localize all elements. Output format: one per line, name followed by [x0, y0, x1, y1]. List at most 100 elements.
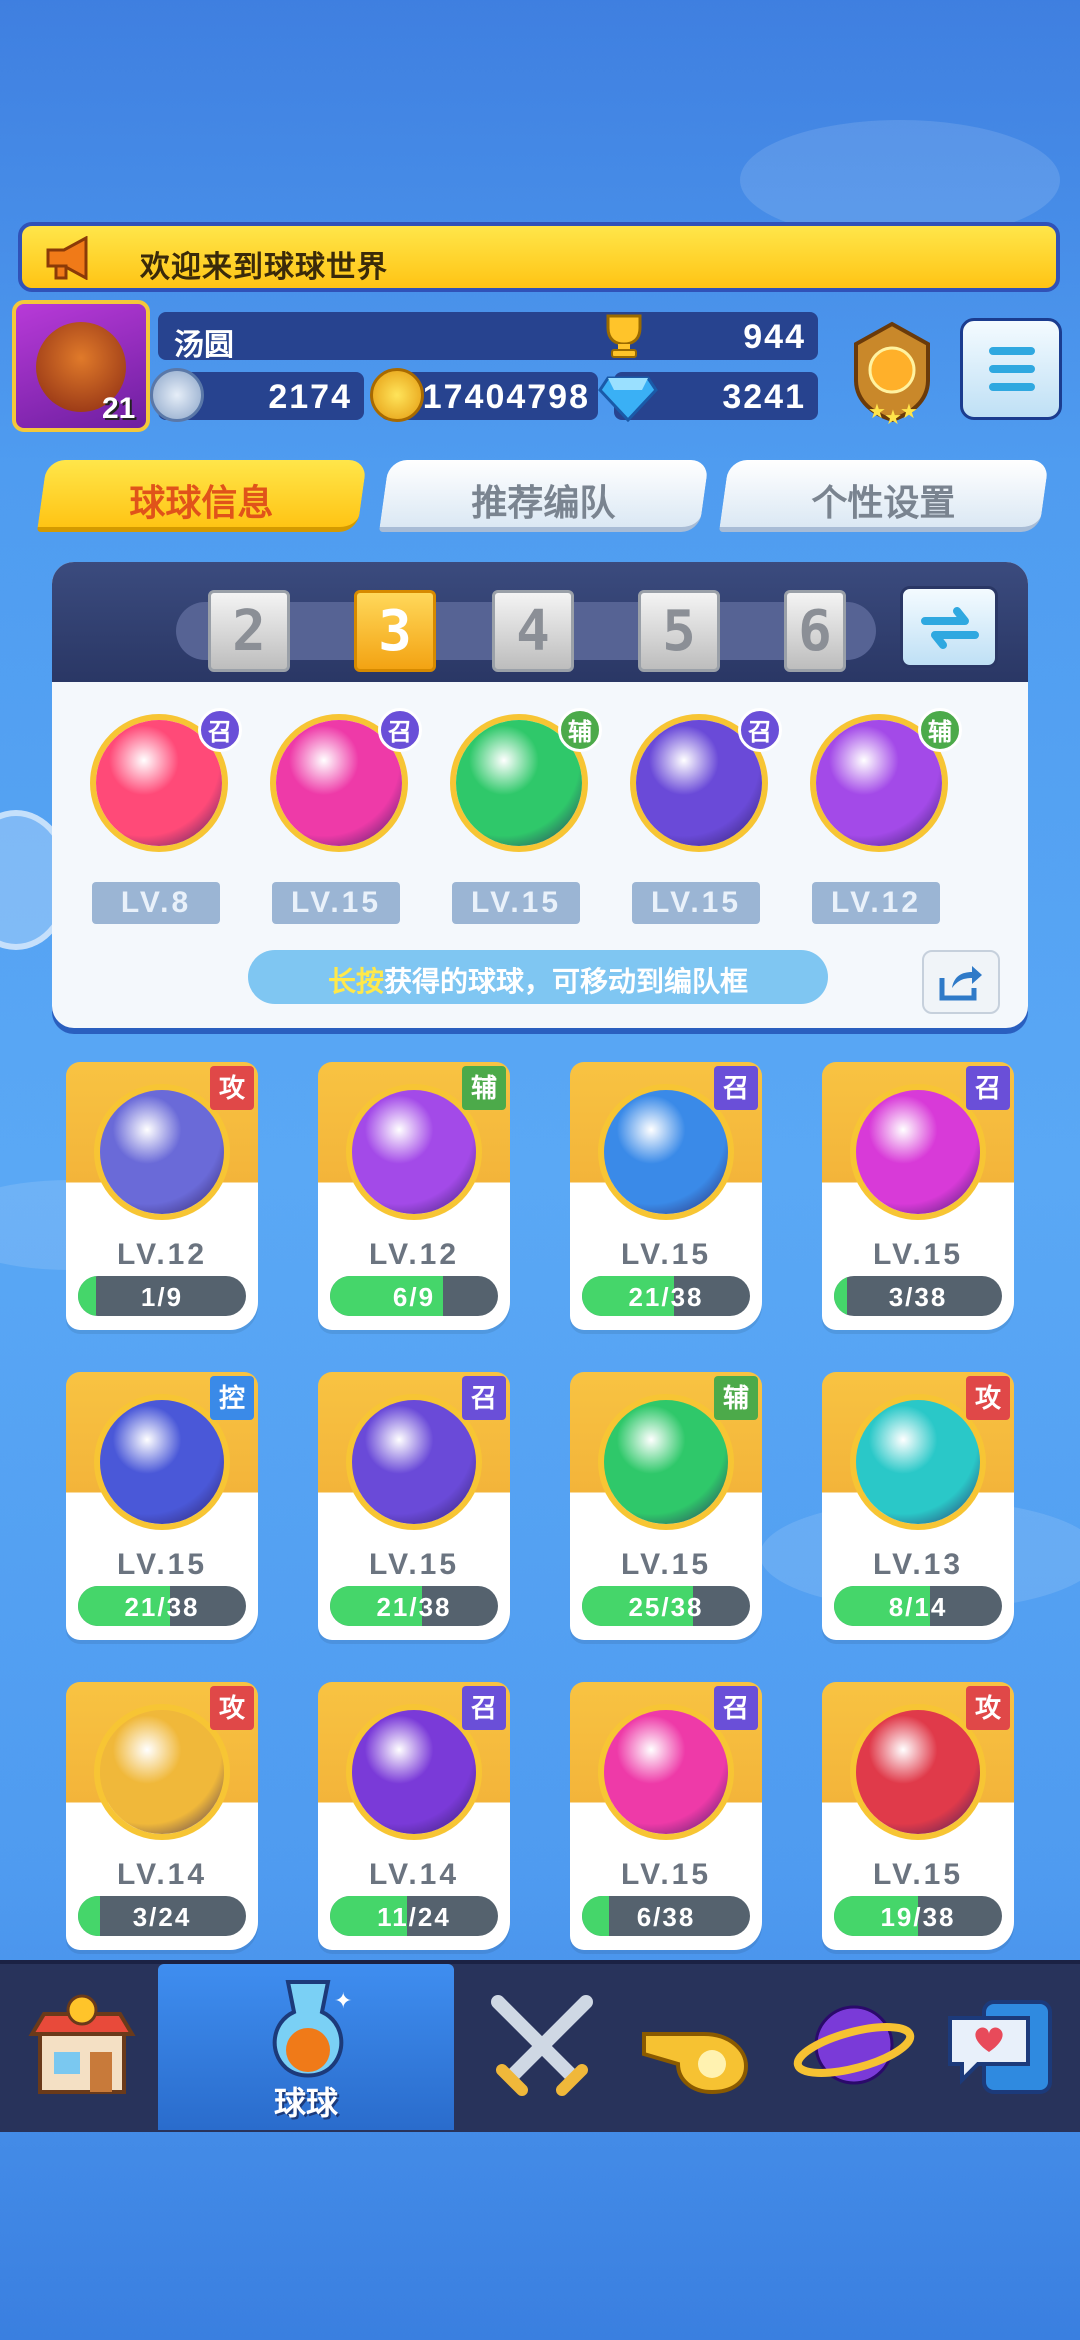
swap-button[interactable] — [900, 586, 998, 668]
ball-card[interactable]: 攻 LV.13 8/14 — [822, 1372, 1014, 1640]
hint-key: 长按 — [327, 966, 384, 997]
tab-recommended-team[interactable]: 推荐编队 — [378, 460, 710, 532]
type-tag: 辅 — [918, 708, 962, 752]
crossed-swords-icon — [491, 1995, 593, 2096]
nav-social[interactable] — [930, 1970, 1080, 2120]
welcome-banner[interactable]: 欢迎来到球球世界 — [18, 222, 1060, 292]
card-progress-text: 25/38 — [628, 1592, 704, 1622]
card-progress-bar: 6/9 — [330, 1276, 498, 1316]
hamburger-icon — [989, 347, 1035, 355]
ball-card[interactable]: 控 LV.15 21/38 — [66, 1372, 258, 1640]
type-tag: 召 — [462, 1686, 506, 1730]
trophy-count: 944 — [743, 318, 806, 356]
ball-card[interactable]: 攻 LV.15 19/38 — [822, 1682, 1014, 1950]
card-progress-text: 3/38 — [888, 1282, 948, 1312]
ball-card[interactable]: 辅 LV.15 25/38 — [570, 1372, 762, 1640]
card-progress-text: 6/38 — [636, 1902, 696, 1932]
nav-shop[interactable] — [6, 1970, 156, 2120]
card-level: LV.15 — [872, 1858, 964, 1891]
type-tag: 召 — [738, 708, 782, 752]
card-level: LV.15 — [116, 1548, 208, 1581]
menu-button[interactable] — [960, 318, 1062, 420]
card-progress-text: 8/14 — [888, 1592, 948, 1622]
ball-card[interactable]: 攻 LV.12 1/9 — [66, 1062, 258, 1330]
ball-card[interactable]: 召 LV.15 21/38 — [570, 1062, 762, 1330]
card-progress-bar: 19/38 — [834, 1896, 1002, 1936]
ball-card[interactable]: 辅 LV.12 6/9 — [318, 1062, 510, 1330]
share-icon — [939, 966, 982, 1001]
card-level: LV.12 — [368, 1238, 460, 1271]
card-progress-bar: 1/9 — [78, 1276, 246, 1316]
tab-personal-settings[interactable]: 个性设置 — [718, 460, 1050, 532]
card-progress-bar: 11/24 — [330, 1896, 498, 1936]
nav-battle[interactable] — [468, 1970, 618, 2120]
energy-icon — [150, 368, 204, 422]
nav-balls[interactable]: ✦ 球球 — [158, 1964, 454, 2130]
type-tag: 攻 — [966, 1376, 1010, 1420]
diamond-icon — [598, 376, 658, 422]
card-progress-bar: 21/38 — [78, 1586, 246, 1626]
team-ball[interactable]: 召 LV.15 — [262, 708, 422, 924]
ball-orb-icon — [856, 1710, 980, 1834]
team-ball[interactable]: 辅 LV.12 — [802, 708, 962, 924]
ball-card[interactable]: 召 LV.15 3/38 — [822, 1062, 1014, 1330]
team-slot-6[interactable]: 6 — [784, 590, 846, 672]
card-level: LV.15 — [620, 1238, 712, 1271]
card-progress-text: 6/9 — [392, 1282, 436, 1312]
rank-badge-icon[interactable]: ★ ★ ★ — [842, 318, 942, 428]
type-tag: 召 — [966, 1066, 1010, 1110]
team-ball[interactable]: 召 LV.15 — [622, 708, 782, 924]
card-progress-bar: 3/38 — [834, 1276, 1002, 1316]
ball-card[interactable]: 召 LV.14 11/24 — [318, 1682, 510, 1950]
card-progress-text: 11/24 — [377, 1902, 451, 1932]
ball-orb-icon — [856, 1400, 980, 1524]
swap-arrows-icon — [921, 607, 979, 649]
card-progress-text: 19/38 — [880, 1902, 956, 1932]
nav-coach[interactable] — [624, 1970, 774, 2120]
nav-planet[interactable] — [780, 1970, 930, 2120]
type-tag: 召 — [462, 1376, 506, 1420]
team-slot-3[interactable]: 3 — [354, 590, 436, 672]
card-progress-bar: 8/14 — [834, 1586, 1002, 1626]
coin-count: 17404798 — [422, 378, 590, 416]
ball-card[interactable]: 召 LV.15 6/38 — [570, 1682, 762, 1950]
type-tag: 攻 — [210, 1066, 254, 1110]
ball-card[interactable]: 召 LV.15 21/38 — [318, 1372, 510, 1640]
card-progress-bar: 3/24 — [78, 1896, 246, 1936]
share-button[interactable] — [922, 950, 1000, 1014]
ball-card[interactable]: 攻 LV.14 3/24 — [66, 1682, 258, 1950]
gem-count: 3241 — [722, 378, 806, 416]
ball-level: LV.15 — [632, 882, 760, 924]
team-ball[interactable]: 召 LV.8 — [82, 708, 242, 924]
drag-hint: 长按获得的球球，可移动到编队框 — [248, 950, 828, 1004]
nav-balls-label: 球球 — [273, 2085, 338, 2121]
shop-icon — [28, 1994, 136, 2094]
chat-heart-icon — [948, 2000, 1052, 2094]
card-level: LV.15 — [368, 1548, 460, 1581]
planet-icon — [793, 2005, 915, 2085]
type-tag: 辅 — [462, 1066, 506, 1110]
type-tag: 召 — [378, 708, 422, 752]
player-avatar[interactable]: 21 — [12, 300, 150, 432]
card-progress-bar: 25/38 — [582, 1586, 750, 1626]
whistle-icon — [642, 2032, 749, 2094]
ball-orb-icon — [604, 1400, 728, 1524]
tab-ball-info[interactable]: 球球信息 — [36, 460, 368, 532]
team-slot-5[interactable]: 5 — [638, 590, 720, 672]
ball-orb-icon — [100, 1400, 224, 1524]
trophy-icon — [606, 314, 642, 358]
card-level: LV.15 — [620, 1858, 712, 1891]
ball-level: LV.15 — [272, 882, 400, 924]
hint-text: 获得的球球，可移动到编队框 — [384, 966, 749, 997]
team-slot-2[interactable]: 2 — [208, 590, 290, 672]
card-level: LV.14 — [116, 1858, 208, 1891]
team-ball[interactable]: 辅 LV.15 — [442, 708, 602, 924]
player-name: 汤圆 — [174, 329, 234, 362]
type-tag: 辅 — [714, 1376, 758, 1420]
type-tag: 攻 — [210, 1686, 254, 1730]
team-slot-4[interactable]: 4 — [492, 590, 574, 672]
svg-text:✦: ✦ — [334, 1988, 352, 2013]
ball-orb-icon — [604, 1710, 728, 1834]
card-progress-bar: 6/38 — [582, 1896, 750, 1936]
bottom-nav: ✦ 球球 — [0, 1960, 1080, 2132]
